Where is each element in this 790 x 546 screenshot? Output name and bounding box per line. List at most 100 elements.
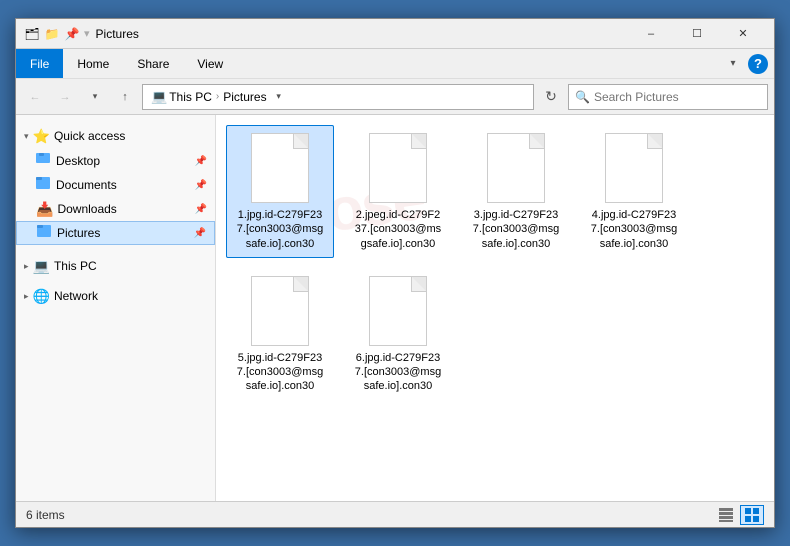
downloads-label: Downloads bbox=[57, 202, 116, 216]
details-view-button[interactable] bbox=[714, 505, 738, 525]
file-item-4[interactable]: 4.jpg.id-C279F237.[con3003@msgsafe.io].c… bbox=[580, 125, 688, 258]
back-button[interactable]: ← bbox=[22, 84, 48, 110]
file-page-4 bbox=[605, 133, 663, 203]
path-separator-1: › bbox=[216, 91, 219, 102]
file-icon-2 bbox=[362, 132, 434, 204]
this-pc-icon: 💻 bbox=[33, 258, 50, 275]
quick-access-label: Quick access bbox=[54, 129, 125, 143]
sidebar-item-pictures[interactable]: Pictures 📌 bbox=[16, 221, 215, 245]
file-item-3[interactable]: 3.jpg.id-C279F237.[con3003@msgsafe.io].c… bbox=[462, 125, 570, 258]
file-label-2: 2.jpeg.id-C279F237.[con3003@msgsafe.io].… bbox=[355, 208, 441, 251]
file-label-3: 3.jpg.id-C279F237.[con3003@msgsafe.io].c… bbox=[473, 208, 559, 251]
files-grid: 1.jpg.id-C279F237.[con3003@msgsafe.io].c… bbox=[226, 125, 764, 401]
file-icon-6 bbox=[362, 275, 434, 347]
file-corner-6 bbox=[412, 277, 426, 291]
file-label-4: 4.jpg.id-C279F237.[con3003@msgsafe.io].c… bbox=[591, 208, 677, 251]
file-corner-5 bbox=[294, 277, 308, 291]
documents-icon bbox=[36, 177, 52, 194]
details-view-icon bbox=[719, 508, 733, 522]
search-icon: 🔍 bbox=[575, 90, 590, 104]
file-page-2 bbox=[369, 133, 427, 203]
ribbon-collapse-button[interactable]: ▾ bbox=[720, 51, 746, 77]
up-button[interactable]: ↑ bbox=[112, 84, 138, 110]
file-item-1[interactable]: 1.jpg.id-C279F237.[con3003@msgsafe.io].c… bbox=[226, 125, 334, 258]
this-pc-chevron: ▸ bbox=[24, 261, 29, 272]
quick-access-star-icon: ⭐ bbox=[33, 128, 50, 145]
sidebar-network[interactable]: ▸ 🌐 Network bbox=[16, 283, 215, 309]
app-icon: 🗂 bbox=[24, 26, 40, 42]
documents-pin-icon: 📌 bbox=[195, 180, 207, 191]
window-title: Pictures bbox=[96, 27, 628, 41]
sidebar-item-desktop[interactable]: Desktop 📌 bbox=[16, 149, 215, 173]
file-page-3 bbox=[487, 133, 545, 203]
file-corner-2 bbox=[412, 134, 426, 148]
tiles-view-icon bbox=[745, 508, 759, 522]
desktop-icon bbox=[36, 153, 52, 170]
network-icon: 🌐 bbox=[33, 288, 50, 305]
help-button[interactable]: ? bbox=[748, 54, 768, 74]
menu-share[interactable]: Share bbox=[123, 49, 183, 78]
quick-access-chevron: ▾ bbox=[24, 131, 29, 142]
address-path[interactable]: 💻 This PC › Pictures ▾ bbox=[142, 84, 534, 110]
file-label-5: 5.jpg.id-C279F237.[con3003@msgsafe.io].c… bbox=[237, 351, 323, 394]
file-page-1 bbox=[251, 133, 309, 203]
menu-home[interactable]: Home bbox=[63, 49, 123, 78]
pictures-label: Pictures bbox=[57, 226, 100, 240]
menu-file[interactable]: File bbox=[16, 49, 63, 78]
sidebar-item-documents[interactable]: Documents 📌 bbox=[16, 173, 215, 197]
file-corner-4 bbox=[648, 134, 662, 148]
file-icon-5 bbox=[244, 275, 316, 347]
title-bar: 🗂 📁 📌 ▾ Pictures – ☐ ✕ bbox=[16, 19, 774, 49]
file-item-6[interactable]: 6.jpg.id-C279F237.[con3003@msgsafe.io].c… bbox=[344, 268, 452, 401]
forward-button[interactable]: → bbox=[52, 84, 78, 110]
pictures-icon bbox=[37, 225, 53, 242]
network-chevron: ▸ bbox=[24, 291, 29, 302]
item-count: 6 items bbox=[26, 508, 65, 522]
downloads-pin-icon: 📌 bbox=[195, 204, 207, 215]
close-button[interactable]: ✕ bbox=[720, 19, 766, 49]
file-page-5 bbox=[251, 276, 309, 346]
path-this-pc: 💻 This PC bbox=[151, 89, 212, 105]
file-icon-4 bbox=[598, 132, 670, 204]
refresh-button[interactable]: ↻ bbox=[538, 84, 564, 110]
file-corner-1 bbox=[294, 134, 308, 148]
file-area: ribose 1.jpg.id-C279F237.[con3003@msgsaf… bbox=[216, 115, 774, 501]
pin-icon: 📌 bbox=[64, 26, 80, 42]
file-corner-3 bbox=[530, 134, 544, 148]
tiles-view-button[interactable] bbox=[740, 505, 764, 525]
pictures-pin-icon: 📌 bbox=[194, 228, 206, 239]
desktop-label: Desktop bbox=[56, 154, 100, 168]
dropdown-button[interactable]: ▾ bbox=[82, 84, 108, 110]
file-icon-3 bbox=[480, 132, 552, 204]
file-page-6 bbox=[369, 276, 427, 346]
dropdown-arrow[interactable]: ▾ bbox=[84, 27, 90, 40]
main-area: ▾ ⭐ Quick access Desktop 📌 Documents 📌 bbox=[16, 115, 774, 501]
menu-view[interactable]: View bbox=[183, 49, 237, 78]
status-bar: 6 items bbox=[16, 501, 774, 527]
view-toggle bbox=[714, 505, 764, 525]
file-item-5[interactable]: 5.jpg.id-C279F237.[con3003@msgsafe.io].c… bbox=[226, 268, 334, 401]
search-input[interactable] bbox=[594, 90, 761, 104]
sidebar: ▾ ⭐ Quick access Desktop 📌 Documents 📌 bbox=[16, 115, 216, 501]
path-pictures: Pictures bbox=[223, 90, 266, 104]
search-box[interactable]: 🔍 bbox=[568, 84, 768, 110]
network-label: Network bbox=[54, 289, 98, 303]
address-bar: ← → ▾ ↑ 💻 This PC › Pictures ▾ ↻ 🔍 bbox=[16, 79, 774, 115]
explorer-window: 🗂 📁 📌 ▾ Pictures – ☐ ✕ File Home Share V… bbox=[15, 18, 775, 528]
maximize-button[interactable]: ☐ bbox=[674, 19, 720, 49]
title-bar-icons: 🗂 📁 📌 ▾ bbox=[24, 26, 90, 42]
quick-access-icon: 📁 bbox=[44, 26, 60, 42]
window-controls: – ☐ ✕ bbox=[628, 19, 766, 49]
menu-bar: File Home Share View ▾ ? bbox=[16, 49, 774, 79]
file-label-1: 1.jpg.id-C279F237.[con3003@msgsafe.io].c… bbox=[237, 208, 323, 251]
downloads-icon: 📥 bbox=[36, 201, 53, 218]
this-pc-label: This PC bbox=[54, 259, 97, 273]
quick-access-header[interactable]: ▾ ⭐ Quick access bbox=[16, 123, 215, 149]
desktop-pin-icon: 📌 bbox=[195, 156, 207, 167]
sidebar-this-pc[interactable]: ▸ 💻 This PC bbox=[16, 253, 215, 279]
pc-icon: 💻 bbox=[151, 89, 167, 105]
file-item-2[interactable]: 2.jpeg.id-C279F237.[con3003@msgsafe.io].… bbox=[344, 125, 452, 258]
path-dropdown-arrow[interactable]: ▾ bbox=[271, 84, 287, 110]
sidebar-item-downloads[interactable]: 📥 Downloads 📌 bbox=[16, 197, 215, 221]
minimize-button[interactable]: – bbox=[628, 19, 674, 49]
